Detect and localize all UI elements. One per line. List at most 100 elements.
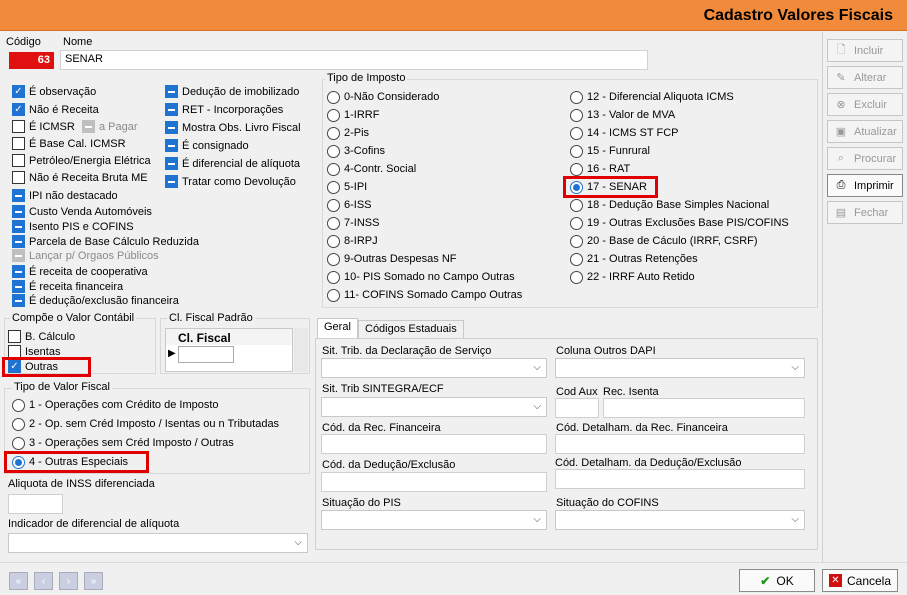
radio-circle[interactable] (327, 108, 340, 122)
checkbox-box[interactable] (12, 85, 25, 98)
checkbox-box[interactable] (165, 121, 178, 134)
imposto-radio-right-2[interactable]: 14 - ICMS ST FCP (570, 125, 678, 141)
checkbox-box[interactable] (12, 235, 25, 248)
sit-cofins-select[interactable]: ⌵ (555, 510, 805, 530)
cod-aux-field[interactable] (555, 398, 599, 418)
checkbox-box[interactable] (12, 171, 25, 184)
imposto-radio-left-5[interactable]: 5-IPI (327, 179, 367, 195)
tipo-valor-radio-0[interactable]: 1 - Operações com Crédito de Imposto (12, 397, 219, 413)
tipo-valor-radio-2[interactable]: 3 - Operações sem Créd Imposto / Outras (12, 435, 234, 451)
imposto-radio-right-4[interactable]: 16 - RAT (570, 161, 630, 177)
imposto-radio-left-8[interactable]: 8-IRPJ (327, 233, 378, 249)
radio-circle[interactable] (12, 398, 25, 412)
nome-field[interactable]: SENAR (60, 50, 648, 70)
flag-checkbox-4[interactable]: Petróleo/Energia Elétrica (12, 153, 151, 168)
flag-checkbox-13[interactable]: É dedução/exclusão financeira (12, 293, 179, 308)
radio-circle[interactable] (12, 436, 25, 450)
imposto-radio-left-4[interactable]: 4-Contr. Social (327, 161, 416, 177)
radio-circle[interactable] (327, 198, 340, 212)
radio-circle[interactable] (327, 90, 340, 104)
ok-button[interactable]: ✔ OK (739, 569, 815, 592)
radio-circle[interactable] (327, 234, 340, 248)
flag-checkbox-10[interactable]: Lançar p/ Orgaos Públicos (12, 248, 159, 263)
flag-checkbox-6[interactable]: IPI não destacado (12, 188, 118, 203)
flag-checkbox-7[interactable]: Custo Venda Automóveis (12, 204, 152, 219)
imposto-radio-left-9[interactable]: 9-Outras Despesas NF (327, 251, 456, 267)
imposto-radio-right-0[interactable]: 12 - Diferencial Aliquota ICMS (570, 89, 734, 105)
imposto-radio-left-11[interactable]: 11- COFINS Somado Campo Outras (327, 287, 522, 303)
cod-det-deducao-field[interactable] (555, 469, 805, 489)
previous-record-icon[interactable]: ‹ (34, 572, 53, 590)
flag2-checkbox-2[interactable]: Mostra Obs. Livro Fiscal (165, 120, 301, 135)
radio-circle[interactable] (327, 216, 340, 230)
radio-circle[interactable] (327, 252, 340, 266)
cod-det-rec-fin-field[interactable] (555, 434, 805, 454)
imprimir-button[interactable]: ⎙ Imprimir (827, 174, 903, 197)
next-record-icon[interactable]: › (59, 572, 78, 590)
checkbox-box[interactable] (8, 330, 21, 343)
imposto-radio-left-2[interactable]: 2-Pis (327, 125, 369, 141)
checkbox-box[interactable] (12, 103, 25, 116)
checkbox-box[interactable] (12, 205, 25, 218)
cl-fiscal-cell[interactable] (178, 346, 234, 363)
flag-checkbox-8[interactable]: Isento PIS e COFINS (12, 219, 134, 234)
imposto-radio-left-7[interactable]: 7-INSS (327, 215, 379, 231)
imposto-radio-right-8[interactable]: 20 - Base de Cáculo (IRRF, CSRF) (570, 233, 758, 249)
checkbox-box[interactable] (165, 139, 178, 152)
rec-isenta-field[interactable] (603, 398, 805, 418)
checkbox-box[interactable] (165, 157, 178, 170)
radio-circle[interactable] (327, 180, 340, 194)
flag-checkbox-9[interactable]: Parcela de Base Cálculo Reduzida (12, 234, 199, 249)
cod-deducao-field[interactable] (321, 472, 547, 492)
imposto-radio-right-6[interactable]: 18 - Dedução Base Simples Nacional (570, 197, 769, 213)
flag2-checkbox-3[interactable]: É consignado (165, 138, 249, 153)
sit-trib-sintegra-select[interactable]: ⌵ (321, 397, 547, 417)
last-record-icon[interactable]: » (84, 572, 103, 590)
excluir-button[interactable]: ⊗ Excluir (827, 93, 903, 116)
tab-codigos-estaduais[interactable]: Códigos Estaduais (358, 320, 464, 338)
radio-circle[interactable] (570, 108, 583, 122)
radio-circle[interactable] (327, 126, 340, 140)
imposto-radio-left-1[interactable]: 1-IRRF (327, 107, 379, 123)
sit-trib-servico-select[interactable]: ⌵ (321, 358, 547, 378)
flag2-checkbox-5[interactable]: Tratar como Devolução (165, 174, 296, 189)
radio-circle[interactable] (327, 270, 340, 284)
radio-circle[interactable] (570, 234, 583, 248)
radio-circle[interactable] (570, 270, 583, 284)
radio-circle[interactable] (570, 162, 583, 176)
radio-circle[interactable] (570, 126, 583, 140)
checkbox-box[interactable] (165, 85, 178, 98)
radio-circle[interactable] (327, 144, 340, 158)
cl-fiscal-grid[interactable]: Cl. Fiscal ▶ (165, 328, 293, 372)
checkbox-box[interactable] (165, 175, 178, 188)
imposto-radio-right-9[interactable]: 21 - Outras Retenções (570, 251, 698, 267)
fechar-button[interactable]: ▤ Fechar (827, 201, 903, 224)
imposto-radio-left-3[interactable]: 3-Cofins (327, 143, 385, 159)
indicador-select[interactable]: ⌵ (8, 533, 308, 553)
radio-circle[interactable] (570, 144, 583, 158)
checkbox-box[interactable] (12, 220, 25, 233)
procurar-button[interactable]: ⌕ Procurar (827, 147, 903, 170)
radio-circle[interactable] (570, 216, 583, 230)
flag-checkbox-1[interactable]: Não é Receita (12, 102, 99, 117)
coluna-dapi-select[interactable]: ⌵ (555, 358, 805, 378)
flag2-checkbox-0[interactable]: Dedução de imobilizado (165, 84, 299, 99)
imposto-radio-right-1[interactable]: 13 - Valor de MVA (570, 107, 675, 123)
tab-geral[interactable]: Geral (317, 318, 358, 339)
imposto-radio-right-3[interactable]: 15 - Funrural (570, 143, 650, 159)
flag-checkbox-3[interactable]: É Base Cal. ICMSR (12, 136, 126, 151)
aliquota-inss-field[interactable] (8, 494, 63, 514)
checkbox-box[interactable] (12, 189, 25, 202)
first-record-icon[interactable]: « (9, 572, 28, 590)
imposto-radio-left-6[interactable]: 6-ISS (327, 197, 372, 213)
sit-pis-select[interactable]: ⌵ (321, 510, 547, 530)
imposto-radio-left-10[interactable]: 10- PIS Somado no Campo Outras (327, 269, 515, 285)
checkbox-box[interactable] (12, 265, 25, 278)
alterar-button[interactable]: ✎ Alterar (827, 66, 903, 89)
imposto-radio-right-7[interactable]: 19 - Outras Exclusões Base PIS/COFINS (570, 215, 789, 231)
incluir-button[interactable]: 🗋 Incluir (827, 39, 903, 62)
imposto-radio-right-10[interactable]: 22 - IRRF Auto Retido (570, 269, 695, 285)
radio-circle[interactable] (327, 288, 340, 302)
flag2-checkbox-4[interactable]: É diferencial de alíquota (165, 156, 300, 171)
codigo-field[interactable]: 63 (9, 52, 54, 69)
